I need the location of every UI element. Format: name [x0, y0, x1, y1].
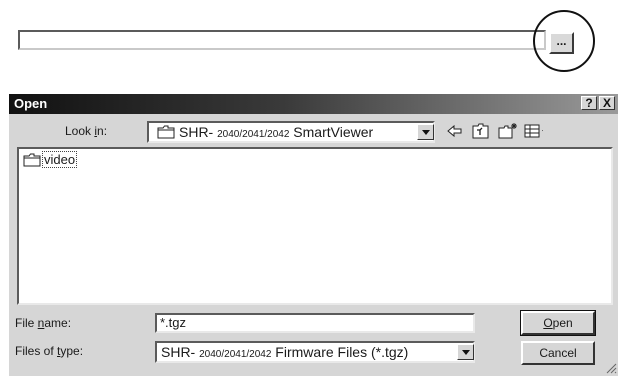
cancel-button[interactable]: Cancel [521, 341, 595, 365]
path-input[interactable] [18, 30, 546, 50]
help-button[interactable]: ? [581, 96, 597, 110]
title-bar: Open ? X [9, 94, 618, 114]
look-in-dropdown-arrow[interactable] [417, 124, 434, 140]
resize-grip-icon[interactable] [605, 362, 617, 374]
open-dialog: Open ? X Look in: SHR- 2040/2041/2042 Sm… [8, 94, 618, 376]
look-in-dropdown[interactable]: SHR- 2040/2041/2042 SmartViewer [147, 121, 435, 143]
view-menu-icon[interactable] [523, 122, 543, 140]
file-type-dropdown-arrow[interactable] [457, 344, 474, 360]
browse-button[interactable]: ... [549, 32, 574, 54]
list-item-label: video [41, 151, 78, 168]
close-button[interactable]: X [599, 96, 615, 110]
look-in-value: SHR- 2040/2041/2042 SmartViewer [179, 124, 374, 140]
back-arrow-icon[interactable] [445, 122, 465, 140]
look-in-label: Look in: [65, 124, 108, 138]
open-button[interactable]: Open [520, 310, 596, 336]
file-name-label: File name: [15, 316, 72, 330]
dialog-title: Open [14, 96, 48, 111]
folder-icon [157, 125, 175, 139]
file-type-value: SHR- 2040/2041/2042 Firmware Files (*.tg… [161, 344, 409, 360]
new-folder-icon[interactable] [497, 122, 517, 140]
folder-icon [23, 153, 41, 167]
file-type-label: Files of type: [15, 344, 84, 358]
file-list[interactable]: video [17, 147, 613, 305]
up-one-level-icon[interactable] [471, 122, 491, 140]
file-type-dropdown[interactable]: SHR- 2040/2041/2042 Firmware Files (*.tg… [155, 341, 475, 363]
file-name-input[interactable]: *.tgz [155, 313, 475, 333]
